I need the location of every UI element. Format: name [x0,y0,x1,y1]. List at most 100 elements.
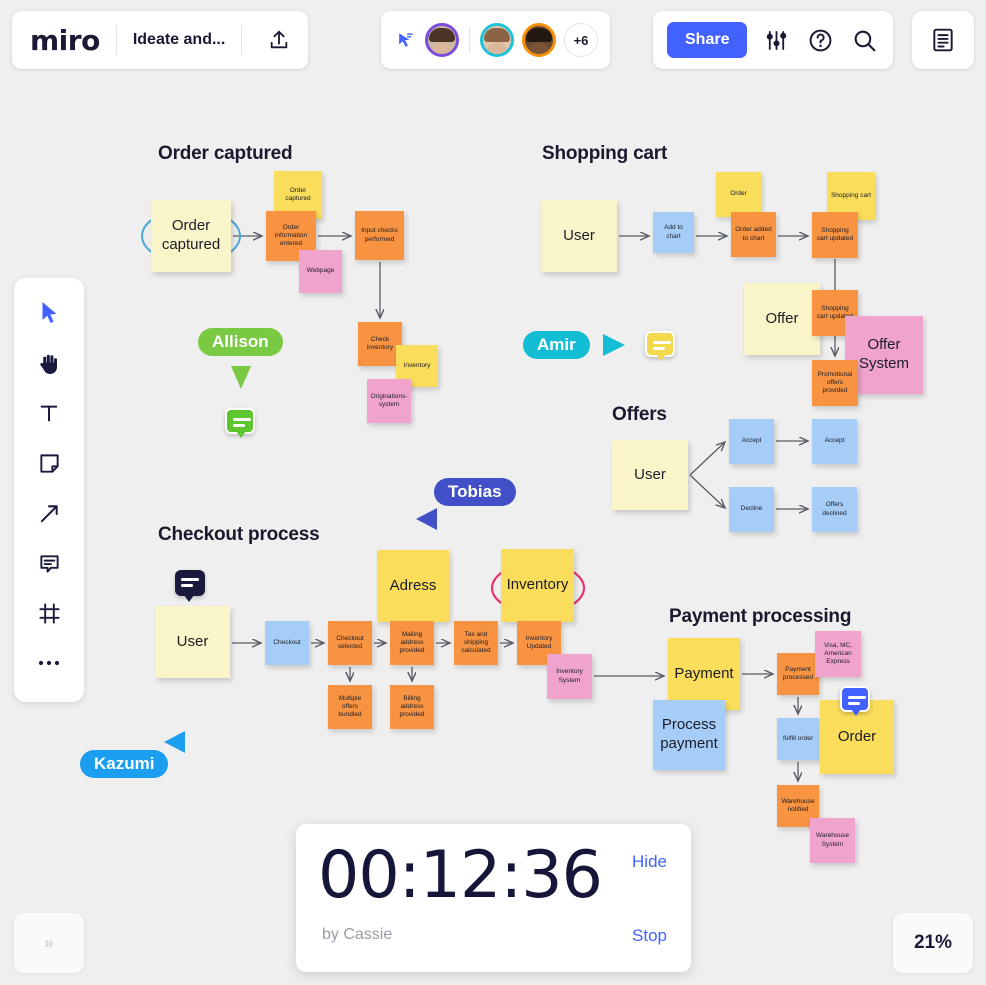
more-tools-icon[interactable] [32,648,66,678]
sticky-note[interactable]: Webpage [299,250,342,293]
sticky-note[interactable]: Multiple offers bundled [328,685,372,729]
section-title: Checkout process [158,524,320,545]
timer-stop-button[interactable]: Stop [632,926,667,946]
sticky-note-text: Accept [824,437,845,445]
sticky-note-text: Process payment [660,716,718,752]
timer-time: 00:12:36 [318,838,603,913]
comment-bubble-allison[interactable] [225,408,255,438]
upload-icon[interactable] [258,19,300,61]
sticky-note[interactable]: Originations-system [367,379,411,423]
sticky-note-text: Tax and shipping calculated [461,630,491,655]
sticky-note[interactable]: Input checks performed [355,211,404,260]
sticky-note[interactable]: Billing address provided [390,685,434,729]
cursor-arrow-kazumi [164,731,185,753]
sticky-note-tool[interactable] [32,448,66,478]
sticky-note[interactable]: User [612,440,688,510]
text-tool[interactable] [32,398,66,428]
avatar[interactable] [480,23,514,57]
sticky-note-text: Webpage [306,267,335,275]
sticky-note-text: Check inventory [366,335,394,351]
notes-panel-icon[interactable] [930,27,956,53]
top-bar: miro Ideate and... +6 Share [0,0,986,80]
expand-panel-button[interactable]: » [14,913,84,973]
timer-hide-button[interactable]: Hide [632,852,667,872]
sticky-note-text: Visa, MC, American Express [823,641,853,666]
sticky-note-text: Checkout selected [336,634,364,650]
frame-tool[interactable] [32,598,66,628]
sticky-note-text: Inventory Updated [525,634,553,650]
comment-bubble-amir[interactable] [645,331,675,361]
cursor-label-amir: Amir [523,331,590,359]
sticky-note-text: Billing address provided [399,694,425,719]
sticky-note[interactable]: Accept [812,419,857,464]
arrow-tool[interactable] [32,498,66,528]
notes-panel-button[interactable] [912,11,974,69]
sticky-note-text: Inventory [506,576,569,594]
sticky-note[interactable]: Checkout [265,621,309,665]
sticky-note-text: Offer [765,309,799,327]
comment-bubble-order[interactable] [840,686,870,716]
zoom-level-indicator[interactable]: 21% [893,913,973,973]
help-icon[interactable] [805,25,835,55]
comment-tool[interactable] [32,548,66,578]
sticky-note[interactable]: Inventory [501,549,574,622]
sticky-note[interactable]: Shopping cart updated [812,212,858,258]
sticky-note[interactable]: Adress [377,550,449,622]
extra-collaborators-badge[interactable]: +6 [564,23,598,57]
section-title: Payment processing [669,606,852,627]
sticky-note[interactable]: Accept [729,419,774,464]
sticky-note[interactable]: Payment processed [777,653,819,695]
sticky-note-text: Shopping cart updated [816,226,854,242]
left-toolbar [14,278,84,702]
sticky-note-text: Order added to chart [735,226,772,242]
settings-sliders-icon[interactable] [761,25,791,55]
select-tool[interactable] [32,298,66,328]
hand-tool[interactable] [32,348,66,378]
sticky-note-text: User [634,465,666,483]
board-title[interactable]: Ideate and... [133,31,225,49]
comment-bubble-checkout[interactable] [175,570,205,602]
sticky-note[interactable]: Order added to chart [731,212,776,257]
section-title: Order captured [158,143,293,164]
sticky-note-text: Input checks performed [361,227,398,243]
sticky-note[interactable]: User [541,200,617,272]
sticky-note[interactable]: User [155,606,230,678]
sticky-note[interactable]: Mailing address provided [390,621,434,665]
sticky-note[interactable]: Visa, MC, American Express [815,631,861,677]
sticky-note-text: fulfill order [783,734,813,742]
cursor-arrow-tobias [416,508,437,530]
avatar[interactable] [522,23,556,57]
sticky-note[interactable]: Process payment [653,700,725,770]
sticky-note[interactable]: Add to chart [653,212,694,253]
sticky-note-text: Checkout [273,638,301,646]
sticky-note[interactable]: Order [716,172,761,217]
timer-author: by Cassie [322,926,393,943]
sticky-note-text: Mailing address provided [399,630,425,655]
sticky-note-text: Promotional offers provided [817,370,853,395]
section-title: Offers [612,404,667,425]
share-button[interactable]: Share [667,22,748,58]
sticky-note-text: Order [730,190,747,198]
cursor-share-icon[interactable] [393,28,417,52]
sticky-note[interactable]: Offers declined [812,487,857,532]
sticky-note-text: Order captured [285,186,311,202]
sticky-note[interactable]: fulfill order [777,718,819,760]
actions-panel: Share [653,11,894,69]
sticky-note[interactable]: Checkout selected [328,621,372,665]
cursor-arrow-amir [603,334,625,356]
sticky-note[interactable]: Order captured [151,200,231,272]
search-icon[interactable] [849,25,879,55]
sticky-note-text: Order [837,727,877,745]
sticky-note[interactable]: Offer [744,283,820,355]
sticky-note[interactable]: Tax and shipping calculated [454,621,498,665]
avatar[interactable] [425,23,459,57]
timer-widget: 00:12:36 by Cassie Hide Stop [296,824,691,972]
sticky-note[interactable]: Decline [729,487,774,532]
brand-panel: miro Ideate and... [12,11,309,69]
sticky-note-text: User [176,632,209,650]
miro-logo[interactable]: miro [30,24,100,57]
sticky-note[interactable]: Promotional offers provided [812,360,858,406]
sticky-note[interactable]: Warehouse System [810,818,855,863]
sticky-note[interactable]: Inventory System [547,654,592,699]
divider [241,25,243,55]
